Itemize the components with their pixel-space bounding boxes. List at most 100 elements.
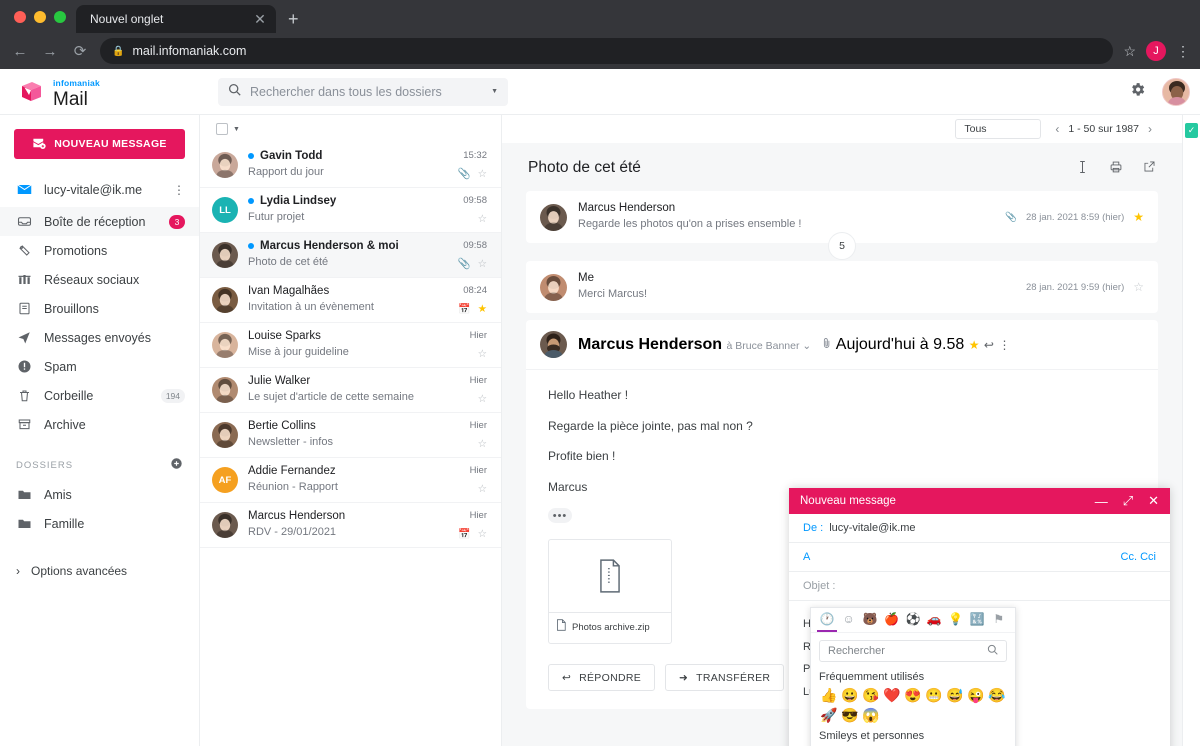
new-message-button[interactable]: NOUVEAU MESSAGE	[14, 129, 185, 159]
table-row[interactable]: Gavin Todd Rapport du jour 15:32 📎 ☆	[200, 143, 501, 188]
emoji-item[interactable]: 😱	[861, 706, 881, 725]
expand-quoted-text-button[interactable]: •••	[548, 508, 572, 524]
star-icon[interactable]: ☆	[478, 168, 487, 180]
sidebar-folder-amis[interactable]: Amis	[0, 480, 199, 509]
reload-icon[interactable]: ⟳	[70, 42, 90, 60]
table-row[interactable]: Julie Walker Le sujet d'article de cette …	[200, 368, 501, 413]
emoji-search-input[interactable]	[828, 645, 987, 657]
emoji-item[interactable]: 😀	[840, 686, 860, 705]
sidebar-item-drafts[interactable]: Brouillons	[0, 294, 199, 323]
star-icon[interactable]: ★	[478, 303, 487, 315]
chevron-down-icon[interactable]: ▼	[491, 88, 498, 95]
browser-tab[interactable]: Nouvel onglet ✕	[76, 5, 276, 33]
sidebar-item-social[interactable]: Réseaux sociaux	[0, 265, 199, 294]
filter-select[interactable]: Tous	[955, 119, 1042, 139]
activity-icon[interactable]: ⚽	[903, 608, 923, 632]
print-icon[interactable]	[1109, 160, 1123, 177]
gear-icon[interactable]	[1129, 81, 1146, 103]
objects-icon[interactable]: 💡	[946, 608, 966, 632]
emoji-groups[interactable]: Fréquemment utilisés 👍 😀 😘 ❤️ 😍 😬 😅 😜 😂 🚀 😎 😱 Smileys…	[811, 666, 1015, 746]
forward-button[interactable]: ➜ TRANSFÉRER	[665, 664, 785, 692]
table-row[interactable]: Ivan Magalhães Invitation à un évènement 0…	[200, 278, 501, 323]
sidebar-item-inbox[interactable]: Boîte de réception 3	[0, 207, 199, 236]
collapsed-messages-count[interactable]: 5	[828, 232, 856, 260]
sidebar-folder-famille[interactable]: Famille	[0, 509, 199, 538]
sidebar-item-promotions[interactable]: Promotions	[0, 236, 199, 265]
star-icon[interactable]: ★	[1133, 210, 1144, 224]
sidebar-item-trash[interactable]: Corbeille 194	[0, 381, 199, 410]
star-icon[interactable]: ★	[969, 338, 980, 352]
user-avatar[interactable]	[1162, 77, 1190, 106]
star-icon[interactable]: ☆	[478, 393, 487, 405]
chevron-down-icon[interactable]: ⌄	[802, 340, 811, 352]
star-icon[interactable]: ☆	[478, 438, 487, 450]
table-row[interactable]: Louise Sparks Mise à jour guideline Hier ☆	[200, 323, 501, 368]
advanced-options-toggle[interactable]: › Options avancées	[0, 552, 199, 590]
more-icon[interactable]: ⋮	[998, 338, 1010, 352]
smiley-icon[interactable]: ☺	[838, 608, 858, 632]
account-menu-icon[interactable]: ⋮	[173, 184, 185, 196]
sidebar-item-spam[interactable]: Spam	[0, 352, 199, 381]
open-message-recipient[interactable]: à Bruce Banner ⌄	[727, 340, 812, 352]
expand-icon[interactable]: ⤢	[1123, 493, 1133, 509]
table-row[interactable]: Bertie Collins Newsletter - infos Hier ☆	[200, 413, 501, 458]
travel-icon[interactable]: 🚗	[924, 608, 944, 632]
flag-icon[interactable]: ⚑	[989, 608, 1009, 632]
new-tab-button[interactable]: +	[276, 5, 311, 33]
clock-icon[interactable]: 🕐	[817, 608, 838, 632]
emoji-item[interactable]: 😍	[903, 686, 923, 705]
address-bar[interactable]: 🔒 mail.infomaniak.com	[100, 38, 1114, 64]
mail-list-scroll[interactable]: Gavin Todd Rapport du jour 15:32 📎 ☆ LL Lydia …	[200, 143, 501, 746]
open-external-icon[interactable]	[1143, 160, 1156, 176]
close-icon[interactable]: ✕	[1148, 493, 1159, 509]
star-icon[interactable]: ☆	[478, 348, 487, 360]
attachment-card[interactable]: Photos archive.zip	[548, 539, 672, 645]
emoji-item[interactable]: 🚀	[819, 706, 839, 725]
forward-icon[interactable]: →	[40, 43, 60, 60]
emoji-item[interactable]: 😅	[945, 686, 965, 705]
emoji-search[interactable]	[819, 640, 1007, 662]
compose-from-field[interactable]: De : lucy-vitale@ik.me	[789, 514, 1170, 543]
chevron-down-icon[interactable]: ▼	[233, 126, 240, 133]
global-search[interactable]: ▼	[218, 77, 508, 106]
food-icon[interactable]: 🍎	[881, 608, 901, 632]
search-input[interactable]	[250, 84, 483, 99]
table-row[interactable]: AF Addie Fernandez Réunion - Rapport Hier ☆	[200, 458, 501, 503]
star-icon[interactable]: ☆	[478, 483, 487, 495]
close-icon[interactable]: ✕	[252, 11, 268, 28]
minimize-window-button[interactable]	[34, 10, 46, 23]
prev-page-icon[interactable]: ‹	[1055, 122, 1059, 136]
star-icon[interactable]: ☆	[478, 258, 487, 270]
compose-cc-bcc-toggle[interactable]: Cc. Cci	[1121, 551, 1156, 563]
brand-logo[interactable]: infomaniak Mail	[0, 74, 200, 109]
back-icon[interactable]: ←	[10, 43, 30, 60]
symbols-icon[interactable]: 🔣	[967, 608, 987, 632]
emoji-item[interactable]: 😂	[987, 686, 1007, 705]
bookmark-star-icon[interactable]: ☆	[1123, 43, 1136, 60]
reply-button[interactable]: ↩ RÉPONDRE	[548, 664, 656, 692]
thread-message-card[interactable]: Me Merci Marcus! 28 jan. 2021 9:59 (hier) ☆	[526, 261, 1158, 313]
table-row[interactable]: Marcus Henderson RDV - 29/01/2021 Hier 📅 ☆	[200, 503, 501, 548]
sidebar-account[interactable]: lucy-vitale@ik.me ⋮	[0, 175, 199, 204]
check-badge-icon[interactable]: ✓	[1185, 123, 1198, 138]
reply-icon[interactable]: ↩	[984, 338, 994, 352]
star-icon[interactable]: ☆	[1133, 280, 1144, 294]
browser-menu-icon[interactable]: ⋮	[1176, 44, 1190, 58]
add-folder-icon[interactable]	[170, 457, 183, 473]
browser-profile-avatar[interactable]: J	[1146, 41, 1166, 61]
table-row[interactable]: Marcus Henderson & moi Photo de cet été 09…	[200, 233, 501, 278]
minimize-icon[interactable]: —	[1095, 494, 1108, 509]
animal-icon[interactable]: 🐻	[860, 608, 880, 632]
emoji-item[interactable]: 😬	[924, 686, 944, 705]
emoji-item[interactable]: ❤️	[882, 686, 902, 705]
table-row[interactable]: LL Lydia Lindsey Futur projet 09:58 ☆	[200, 188, 501, 233]
select-text-icon[interactable]	[1076, 160, 1089, 177]
close-window-button[interactable]	[14, 10, 26, 23]
emoji-item[interactable]: 😎	[840, 706, 860, 725]
emoji-item[interactable]: 😘	[861, 686, 881, 705]
maximize-window-button[interactable]	[54, 10, 66, 23]
sidebar-item-archive[interactable]: Archive	[0, 410, 199, 439]
compose-subject-field[interactable]: Objet :	[789, 572, 1170, 601]
sidebar-item-sent[interactable]: Messages envoyés	[0, 323, 199, 352]
open-message-header[interactable]: Marcus Henderson à Bruce Banner ⌄ Aujour…	[526, 320, 1158, 370]
